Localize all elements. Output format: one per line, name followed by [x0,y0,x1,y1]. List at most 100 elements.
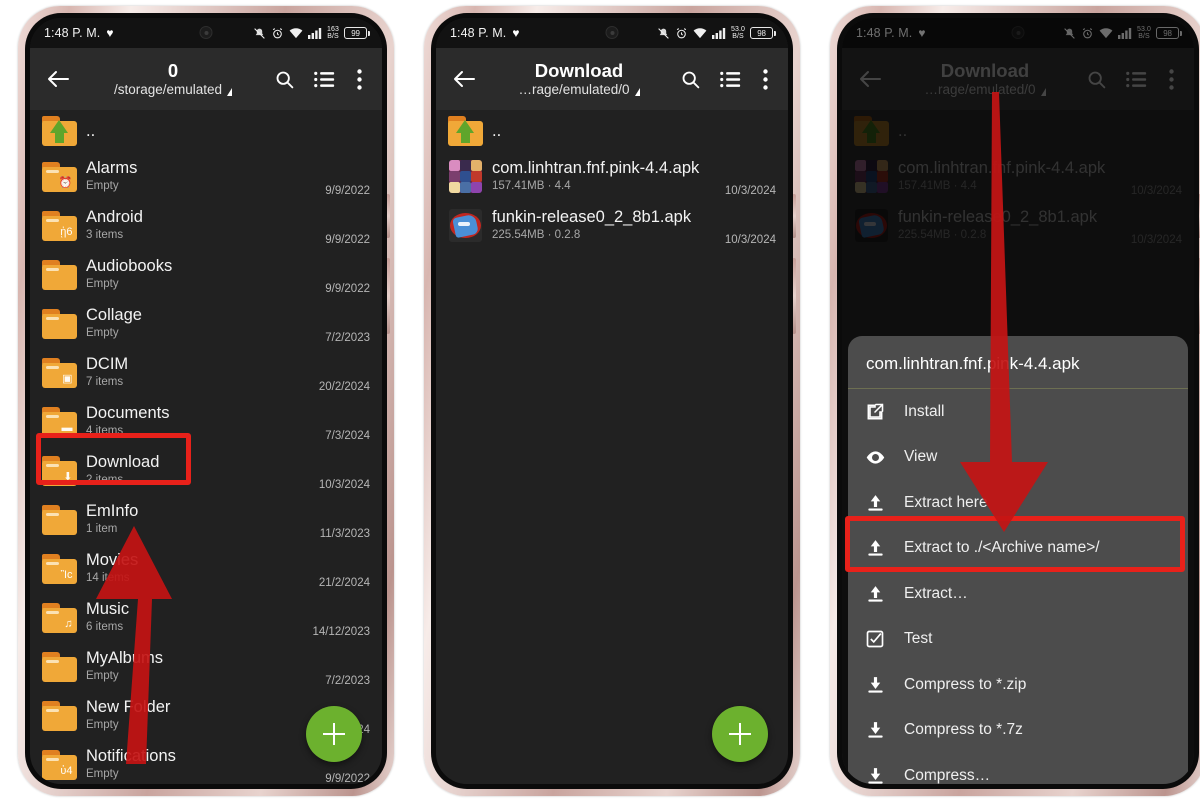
status-left: 1:48 P. M. ♥ [450,26,520,40]
context-menu-item-install[interactable]: Install [848,389,1188,435]
table-row[interactable]: .. [436,110,788,152]
breadcrumb: …rage/emulated/0 [518,81,640,98]
row-name: Download [86,453,160,471]
row-meta: 4 items [86,425,124,437]
context-menu-item-compress-to-7z[interactable]: Compress to *.7z [848,708,1188,754]
status-clock: 1:48 P. M. [44,26,101,40]
battery-tip [774,30,776,36]
more-vertical-icon[interactable] [752,59,778,99]
status-clock: 1:48 P. M. [856,26,913,40]
context-menu-item-view[interactable]: View [848,435,1188,481]
search-icon[interactable] [266,59,302,99]
context-menu-item-compress-to-zip[interactable]: Compress to *.zip [848,662,1188,708]
row-date: 7/2/2023 [325,332,370,344]
list-view-icon[interactable] [1118,59,1154,99]
row-text: Movies 14 items [82,551,319,586]
row-meta: Empty [86,719,119,731]
network-speed-unit: B/S [1138,33,1150,40]
folder-icon [41,700,77,731]
chevron-down-icon [634,88,640,96]
context-menu-item-compress[interactable]: Compress… [848,753,1188,784]
table-row[interactable]: Audiobooks Empty 9/9/2022 [30,250,382,299]
more-vertical-icon[interactable] [346,59,372,99]
row-name: Collage [86,306,142,324]
table-row[interactable]: ᾑ6 Android 3 items 9/9/2022 [30,201,382,250]
context-menu-item-extract-here[interactable]: Extract here [848,480,1188,526]
row-text: Alarms Empty [82,159,325,194]
add-fab-button[interactable] [712,706,768,762]
row-date: 11/3/2023 [319,528,370,540]
table-row[interactable]: Ἲc Movies 14 items 21/2/2024 [30,544,382,593]
status-right: 163 B/S 99 [253,26,370,40]
row-name: MyAlbums [86,649,164,667]
extract-up-icon [864,584,886,604]
row-name: funkin-release0_2_8b1.apk [898,208,1098,226]
signal-icon [711,27,726,39]
table-row[interactable]: EmInfo 1 item 11/3/2023 [30,495,382,544]
row-date: 10/3/2024 [724,234,776,246]
more-vertical-icon[interactable] [1158,59,1184,99]
path-title-block[interactable]: Download …rage/emulated/0 [894,60,1074,98]
battery-level: 99 [344,27,367,39]
row-date: 10/3/2024 [1130,234,1182,246]
context-menu-item-extract[interactable]: Extract… [848,571,1188,617]
row-date: 10/3/2024 [1130,185,1182,197]
table-row: funkin-release0_2_8b1.apk 225.54MB · 0.2.… [842,201,1194,250]
phone-1-screen: 1:48 P. M. ♥ 163 B/S 99 0 /storage/emula… [30,18,382,784]
row-name: Notifications [86,747,176,765]
phone-2-screen: 1:48 P. M. ♥ 53.0 B/S 98 Download …rage/… [436,18,788,784]
battery-level: 98 [750,27,773,39]
row-icon [848,116,894,146]
screenshot-stage: 1:48 P. M. ♥ 163 B/S 99 0 /storage/emula… [0,0,1200,800]
status-right: 53.0 B/S 98 [657,26,776,40]
table-row[interactable]: Collage Empty 7/2/2023 [30,299,382,348]
add-fab-button[interactable] [306,706,362,762]
row-icon [442,160,488,193]
table-row[interactable]: MyAlbums Empty 7/2/2023 [30,642,382,691]
row-text: funkin-release0_2_8b1.apk 225.54MB · 0.2.… [894,208,1131,243]
context-menu-item-label: Extract… [904,584,968,602]
table-row[interactable]: ♫ Music 6 items 14/12/2023 [30,593,382,642]
mute-icon [253,27,266,40]
context-menu-item-extract-to-archive-name[interactable]: Extract to ./<Archive name>/ [848,526,1188,572]
table-row[interactable]: com.linhtran.fnf.pink-4.4.apk 157.41MB · … [436,152,788,201]
path-title-block[interactable]: 0 /storage/emulated [82,60,262,98]
path-title-block[interactable]: Download …rage/emulated/0 [488,60,668,98]
battery-tip [1180,30,1182,36]
file-list[interactable]: .. ⏰ Alarms Empty 9/9/2022 ᾑ6 Android 3 items 9/… [30,110,382,784]
context-menu-title: com.linhtran.fnf.pink-4.4.apk [848,336,1188,389]
table-row[interactable]: ⏰ Alarms Empty 9/9/2022 [30,152,382,201]
folder-alarm-icon: ⏰ [41,161,77,192]
row-icon: ⬇ [36,455,82,486]
context-menu[interactable]: com.linhtran.fnf.pink-4.4.apk Install Vie… [848,336,1188,784]
phone-3: 1:48 P. M. ♥ 53.0 B/S 98 Download …rage/… [830,6,1200,796]
row-text: Download 2 items [82,453,319,488]
back-arrow-icon[interactable] [444,59,484,99]
row-name: Alarms [86,159,138,177]
search-icon[interactable] [672,59,708,99]
page-title: Download [534,60,624,81]
folder-icon [41,259,77,290]
table-row[interactable]: ▣ DCIM 7 items 20/2/2024 [30,348,382,397]
search-icon[interactable] [1078,59,1114,99]
context-menu-item-label: Install [904,402,945,420]
row-date: 7/2/2023 [325,675,370,687]
row-text: funkin-release0_2_8b1.apk 225.54MB · 0.2.… [488,208,725,243]
file-list[interactable]: .. com.linhtran.fnf.pink-4.4.apk 157.41MB … [436,110,788,784]
context-menu-item-test[interactable]: Test [848,617,1188,663]
back-arrow-icon[interactable] [850,59,890,99]
table-row[interactable]: ⬇ Download 2 items 10/3/2024 [30,446,382,495]
row-name: Audiobooks [86,257,173,275]
table-row[interactable]: .. [30,110,382,152]
status-left: 1:48 P. M. ♥ [856,26,926,40]
list-view-icon[interactable] [306,59,342,99]
battery-tip [368,30,370,36]
table-row[interactable]: ▬ Documents 4 items 7/3/2024 [30,397,382,446]
compress-down-icon [864,766,886,784]
back-arrow-icon[interactable] [38,59,78,99]
list-view-icon[interactable] [712,59,748,99]
table-row: com.linhtran.fnf.pink-4.4.apk 157.41MB · … [842,152,1194,201]
network-speed-unit: B/S [732,33,744,40]
table-row[interactable]: funkin-release0_2_8b1.apk 225.54MB · 0.2.… [436,201,788,250]
extract-up-icon [864,493,886,513]
